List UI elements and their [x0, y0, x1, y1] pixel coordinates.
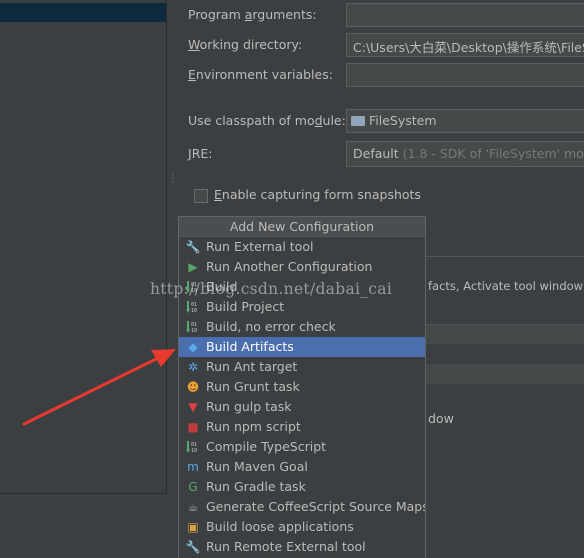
- before-launch-options-text: facts, Activate tool window: [428, 279, 584, 293]
- jar-icon: ▣: [187, 520, 199, 534]
- menu-item-label: Run Ant target: [206, 359, 298, 374]
- wrench-icon: 🔧: [185, 540, 201, 554]
- program-arguments-field[interactable]: [346, 3, 584, 27]
- svg-text:10: 10: [191, 328, 197, 334]
- capture-snapshots-checkbox-row[interactable]: Enable capturing form snapshots: [194, 187, 421, 205]
- module-folder-icon: [351, 116, 365, 126]
- svg-text:10: 10: [191, 448, 197, 454]
- watermark-text: http://blog.csdn.net/dabai_cai: [150, 280, 393, 298]
- menu-item-run-grunt-task[interactable]: ☻ Run Grunt task: [179, 377, 425, 397]
- program-arguments-label: Program arguments:: [188, 7, 317, 22]
- menu-item-run-external-tool[interactable]: 🔧 Run External tool: [179, 237, 425, 257]
- play-icon: ▶: [188, 260, 198, 274]
- menu-item-label: Run Remote External tool: [206, 539, 366, 554]
- configuration-tree-panel[interactable]: [0, 0, 167, 494]
- gulp-icon: ▼: [188, 400, 198, 414]
- menu-item-compile-typescript[interactable]: 01 10 Compile TypeScript: [179, 437, 425, 457]
- menu-item-label: Run gulp task: [206, 399, 292, 414]
- menu-item-run-npm-script[interactable]: ■ Run npm script: [179, 417, 425, 437]
- before-launch-row[interactable]: [426, 364, 584, 384]
- environment-variables-label: Environment variables:: [188, 67, 333, 82]
- menu-item-build-loose-applications[interactable]: ▣ Build loose applications: [179, 517, 425, 537]
- jre-label: JRE:: [188, 146, 213, 161]
- add-new-configuration-popup[interactable]: Add New Configuration 🔧 Run External tool…: [178, 216, 426, 558]
- menu-item-label: Run Another Configuration: [206, 259, 373, 274]
- splitter-handle[interactable]: ⋮: [168, 174, 178, 190]
- binary-build-icon: 01 10: [186, 320, 200, 334]
- tool-window-option-text: dow: [428, 411, 454, 426]
- menu-item-run-another-configuration[interactable]: ▶ Run Another Configuration: [179, 257, 425, 277]
- capture-snapshots-checkbox[interactable]: [194, 188, 208, 203]
- classpath-module-label: Use classpath of module:: [188, 113, 346, 128]
- menu-item-run-gradle-task[interactable]: G Run Gradle task: [179, 477, 425, 497]
- menu-item-run-gulp-task[interactable]: ▼ Run gulp task: [179, 397, 425, 417]
- tree-selected-row[interactable]: [0, 3, 166, 22]
- menu-item-label: Run Gradle task: [206, 479, 306, 494]
- binary-build-icon: 01 10: [186, 300, 200, 314]
- coffee-icon: ☕: [187, 500, 199, 514]
- menu-item-label: Build, no error check: [206, 319, 336, 334]
- menu-item-run-maven-goal[interactable]: m Run Maven Goal: [179, 457, 425, 477]
- menu-item-label: Run External tool: [206, 239, 314, 254]
- separator: [426, 256, 584, 257]
- menu-item-label: Build Artifacts: [206, 339, 294, 354]
- menu-item-build-artifacts[interactable]: ◆ Build Artifacts: [179, 337, 425, 357]
- menu-item-label: Run npm script: [206, 419, 301, 434]
- maven-icon: m: [187, 460, 199, 474]
- menu-item-label: Build Project: [206, 299, 285, 314]
- menu-item-label: Generate CoffeeScript Source Maps: [206, 499, 426, 514]
- wrench-icon: 🔧: [185, 240, 201, 254]
- environment-variables-field[interactable]: [346, 63, 584, 87]
- typescript-build-icon: 01 10: [186, 440, 200, 454]
- menu-item-build-no-error-check[interactable]: 01 10 Build, no error check: [179, 317, 425, 337]
- menu-item-run-ant-target[interactable]: ✲ Run Ant target: [179, 357, 425, 377]
- working-directory-label: Working directory:: [188, 37, 303, 52]
- menu-item-generate-coffeescript-source-maps[interactable]: ☕ Generate CoffeeScript Source Maps: [179, 497, 425, 517]
- popup-title: Add New Configuration: [179, 217, 425, 237]
- artifact-icon: ◆: [188, 340, 198, 354]
- grunt-icon: ☻: [186, 380, 200, 394]
- jre-select[interactable]: Default (1.8 - SDK of 'FileSystem' modu: [346, 141, 584, 167]
- menu-item-label: Run Grunt task: [206, 379, 300, 394]
- menu-item-label: Build loose applications: [206, 519, 354, 534]
- menu-item-run-remote-external-tool[interactable]: 🔧 Run Remote External tool: [179, 537, 425, 557]
- before-launch-row[interactable]: [426, 324, 584, 344]
- menu-item-label: Run Maven Goal: [206, 459, 308, 474]
- menu-item-build-project[interactable]: 01 10 Build Project: [179, 297, 425, 317]
- npm-icon: ■: [187, 420, 199, 434]
- gradle-icon: G: [188, 480, 198, 494]
- menu-item-label: Compile TypeScript: [206, 439, 327, 454]
- svg-text:10: 10: [191, 308, 197, 314]
- working-directory-field[interactable]: C:\Users\大白菜\Desktop\操作系统\FileSy: [346, 33, 584, 57]
- ant-icon: ✲: [187, 360, 199, 374]
- classpath-module-select[interactable]: FileSystem: [346, 109, 584, 133]
